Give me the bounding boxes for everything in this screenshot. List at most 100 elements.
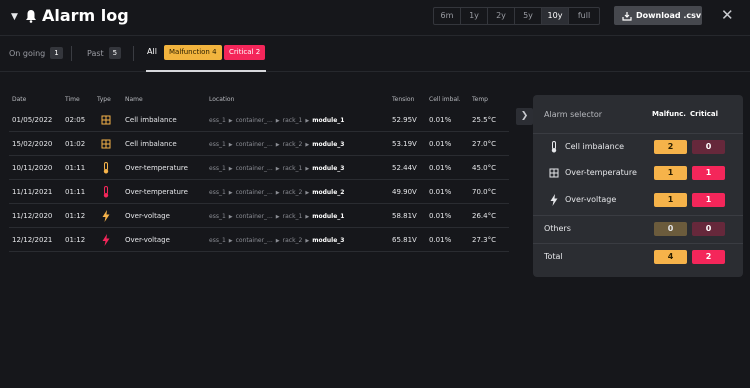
location-module: module_1 (312, 213, 345, 220)
col-temp[interactable]: Temp (472, 96, 488, 103)
cell-location: ess_1 ▶ container_... ▶ rack_1 ▶ module_1 (209, 213, 344, 220)
selector-row-others[interactable]: Others 0 0 (533, 215, 743, 242)
download-csv-button[interactable]: Download .csv (614, 6, 702, 25)
location-ess: ess_1 (209, 189, 226, 196)
critical-count[interactable]: 0 (692, 222, 725, 236)
col-type[interactable]: Type (97, 96, 111, 103)
cell-tension: 53.19V (392, 140, 417, 148)
col-name[interactable]: Name (125, 96, 143, 103)
location-ess: ess_1 (209, 213, 226, 220)
lightning-icon (102, 234, 110, 246)
breadcrumb-arrow-icon: ▶ (275, 214, 280, 220)
panel-toggle-button[interactable]: ❯ (516, 108, 533, 125)
tab-ongoing[interactable]: On going 1 (9, 47, 63, 59)
table-row[interactable]: 01/05/2022 02:05 Cell imbalance ess_1 ▶ conta… (9, 108, 509, 132)
critical-count[interactable]: 1 (692, 166, 725, 180)
close-icon[interactable]: ✕ (721, 6, 734, 24)
table-header: Date Time Type Name Location Tension Cel… (9, 92, 509, 108)
location-rack: rack_1 (282, 165, 303, 172)
location-container: container_... (235, 141, 273, 148)
breadcrumb-arrow-icon: ▶ (228, 118, 233, 124)
selector-row-over-voltage[interactable]: Over-voltage 1 1 (533, 187, 743, 214)
alarm-selector-title: Alarm selector (544, 110, 603, 119)
malfunction-total: 4 (654, 250, 687, 264)
critical-count[interactable]: 0 (692, 140, 725, 154)
cell-temp: 27.0°C (472, 140, 496, 148)
location-module: module_1 (312, 117, 345, 124)
selector-label: Others (544, 224, 571, 233)
cell-imbalance: 0.01% (429, 188, 452, 196)
selector-row-cell-imbalance[interactable]: Cell imbalance 2 0 (533, 133, 743, 160)
page-title: Alarm log (42, 6, 129, 25)
cell-imbalance: 0.01% (429, 116, 452, 124)
tab-past[interactable]: Past 5 (87, 47, 122, 59)
table-row[interactable]: 11/11/2021 01:11 Over-temperature ess_1 ▶ con… (9, 180, 509, 204)
cell-date: 10/11/2020 (12, 164, 53, 172)
malfunction-count[interactable]: 0 (654, 222, 687, 236)
lightning-icon (102, 210, 110, 222)
cell-location: ess_1 ▶ container_... ▶ rack_1 ▶ module_3 (209, 165, 344, 172)
tab-ongoing-label: On going (9, 48, 46, 58)
cell-time: 01:11 (65, 164, 86, 172)
bell-icon (26, 10, 36, 23)
header-bar: ▼ Alarm log 6m 1y 2y 5y 10y full Downloa… (0, 0, 750, 36)
critical-filter-chip[interactable]: Critical 2 (224, 45, 266, 60)
cell-date: 12/12/2021 (12, 236, 53, 244)
table-row[interactable]: 15/02/2020 01:02 Cell imbalance ess_1 ▶ conta… (9, 132, 509, 156)
chevron-down-icon[interactable]: ▼ (11, 12, 18, 22)
selector-label: Cell imbalance (565, 142, 625, 151)
selector-label: Over-voltage (565, 195, 617, 204)
table-row[interactable]: 10/11/2020 01:11 Over-temperature ess_1 ▶ con… (9, 156, 509, 180)
col-time[interactable]: Time (65, 96, 80, 103)
breadcrumb-arrow-icon: ▶ (228, 142, 233, 148)
breadcrumb-arrow-icon: ▶ (275, 190, 280, 196)
location-ess: ess_1 (209, 141, 226, 148)
tab-all[interactable]: All (147, 47, 157, 56)
breadcrumb-arrow-icon: ▶ (305, 214, 310, 220)
period-1y[interactable]: 1y (461, 8, 488, 24)
malfunction-count[interactable]: 1 (654, 166, 687, 180)
selector-row-over-temperature[interactable]: Over-temperature 1 1 (533, 160, 743, 187)
breadcrumb-arrow-icon: ▶ (228, 214, 233, 220)
period-6m[interactable]: 6m (434, 8, 461, 24)
malfunction-filter-chip[interactable]: Malfunction 4 (164, 45, 222, 60)
table-row[interactable]: 12/12/2021 01:12 Over-voltage ess_1 ▶ contain… (9, 228, 509, 252)
critical-count[interactable]: 1 (692, 193, 725, 207)
cell-name: Cell imbalance (125, 116, 177, 124)
cell-imbalance: 0.01% (429, 140, 452, 148)
period-5y[interactable]: 5y (515, 8, 542, 24)
period-2y[interactable]: 2y (488, 8, 515, 24)
location-rack: rack_1 (282, 117, 303, 124)
cell-location: ess_1 ▶ container_... ▶ rack_1 ▶ module_1 (209, 117, 344, 124)
cell-name: Over-temperature (125, 164, 188, 172)
period-full[interactable]: full (569, 8, 599, 24)
col-cell-imbalance[interactable]: Cell imbal. (429, 96, 461, 103)
download-label: Download .csv (636, 11, 702, 20)
grid-icon (101, 139, 111, 149)
location-ess: ess_1 (209, 237, 226, 244)
malfunction-column-header: Malfunc. (652, 110, 686, 118)
critical-total: 2 (692, 250, 725, 264)
col-location[interactable]: Location (209, 96, 234, 103)
tab-ongoing-count: 1 (50, 47, 63, 59)
cell-imbalance: 0.01% (429, 236, 452, 244)
cell-name: Over-temperature (125, 188, 188, 196)
breadcrumb-arrow-icon: ▶ (275, 238, 280, 244)
location-rack: rack_2 (282, 237, 303, 244)
malfunction-count[interactable]: 2 (654, 140, 687, 154)
table-row[interactable]: 11/12/2020 01:12 Over-voltage ess_1 ▶ contain… (9, 204, 509, 228)
divider (133, 46, 134, 61)
cell-tension: 52.95V (392, 116, 417, 124)
location-container: container_... (235, 189, 273, 196)
period-10y[interactable]: 10y (542, 8, 569, 24)
col-date[interactable]: Date (12, 96, 26, 103)
cell-time: 01:12 (65, 212, 86, 220)
col-tension[interactable]: Tension (392, 96, 414, 103)
thermometer-icon (551, 141, 557, 153)
location-module: module_2 (312, 189, 345, 196)
location-module: module_3 (312, 165, 345, 172)
cell-temp: 70.0°C (472, 188, 496, 196)
malfunction-count[interactable]: 1 (654, 193, 687, 207)
cell-tension: 52.44V (392, 164, 417, 172)
location-container: container_... (235, 117, 273, 124)
